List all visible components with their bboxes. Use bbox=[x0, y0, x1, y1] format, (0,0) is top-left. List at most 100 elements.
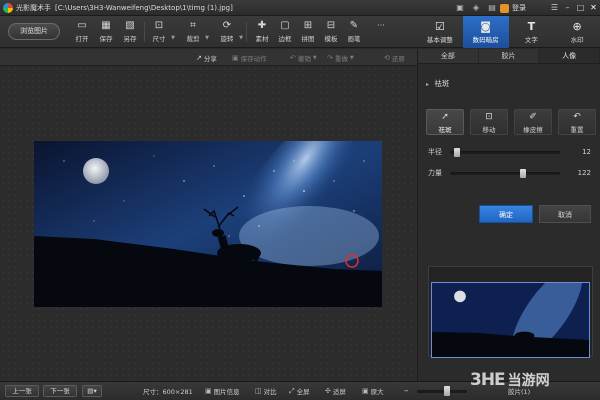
crop-icon: ⌗ bbox=[190, 20, 196, 31]
browse-images-button[interactable]: 浏览图片 bbox=[8, 23, 60, 40]
skin-icon[interactable]: ▣ bbox=[453, 2, 467, 14]
chevron-down-icon[interactable]: ▼ bbox=[313, 55, 317, 61]
brush-icon: ✎ bbox=[349, 20, 359, 31]
title-bar: 光影魔术手 [C:\Users\3H3-Wanweifeng\Desktop\1… bbox=[0, 0, 600, 16]
tab-watermark[interactable]: ⊕ 水印 bbox=[554, 16, 600, 48]
tab-portrait[interactable]: 人像 bbox=[539, 49, 600, 63]
navigator-thumbnail[interactable] bbox=[431, 282, 590, 358]
maximize-button[interactable]: □ bbox=[574, 2, 587, 14]
next-image-button[interactable]: 下一张 bbox=[43, 385, 77, 397]
chevron-down-icon[interactable]: ▼ bbox=[171, 35, 175, 41]
reset-label: 重置 bbox=[570, 126, 584, 134]
section-title[interactable]: ▸ 祛斑 bbox=[426, 78, 449, 89]
strength-slider-handle[interactable] bbox=[520, 168, 526, 178]
settings-icon[interactable]: ☰ bbox=[548, 2, 561, 14]
compare-button[interactable]: ◫ 对比 bbox=[255, 386, 277, 396]
save-button[interactable]: ▦ 保存 bbox=[95, 19, 117, 45]
save-action-icon: ▣ bbox=[232, 53, 239, 62]
chevron-down-icon[interactable]: ▼ bbox=[239, 35, 243, 41]
move-mode-button[interactable]: ⊡ 移动 bbox=[470, 109, 508, 135]
reset-button[interactable]: ↶ 重置 bbox=[558, 109, 596, 135]
reset-icon: ↶ bbox=[573, 112, 581, 122]
save-action-button[interactable]: ▣ 保存动作 bbox=[232, 52, 267, 63]
site-watermark: 3HE 当游网 bbox=[470, 364, 600, 396]
tab-digital-darkroom[interactable]: ◙ 数码暗房 bbox=[462, 16, 509, 48]
fit-screen-button[interactable]: ✣ 适屏 bbox=[325, 386, 346, 396]
template-label: 模板 bbox=[324, 35, 338, 43]
tab-text[interactable]: T 文字 bbox=[509, 16, 555, 48]
fullscreen-button[interactable]: ⤢ 全屏 bbox=[289, 386, 310, 397]
save-as-icon: ▧ bbox=[125, 20, 135, 31]
fullscreen-icon: ⤢ bbox=[289, 386, 295, 395]
night-sky-photo bbox=[34, 141, 382, 307]
spot-remove-mode-button[interactable]: ➚ 祛斑 bbox=[426, 109, 464, 135]
redo-icon: ↷ bbox=[327, 53, 333, 62]
original-size-button[interactable]: ▣ 原大 bbox=[362, 386, 384, 396]
tab-basic-adjust[interactable]: ☑ 基本调整 bbox=[417, 16, 463, 48]
right-panel: 全部 胶片 人像 ▸ 祛斑 ➚ 祛斑 ⊡ 移动 ✐ 橡皮擦 ↶ 重置 半径 12 bbox=[417, 49, 600, 381]
radius-slider[interactable] bbox=[450, 147, 560, 157]
watermark-icon: ⊕ bbox=[572, 20, 582, 33]
restore-button[interactable]: ⟲ 还原 bbox=[384, 52, 405, 63]
restore-icon: ⟲ bbox=[384, 53, 390, 62]
watermark-logo: 3HE bbox=[470, 370, 506, 390]
resize-button[interactable]: ⊡ 尺寸 ▼ bbox=[148, 19, 176, 45]
chevron-down-icon[interactable]: ▼ bbox=[350, 55, 354, 61]
cursor-icon: ➚ bbox=[441, 112, 449, 122]
image-info-button[interactable]: ▣ 图片信息 bbox=[205, 386, 240, 396]
chevron-down-icon[interactable]: ▼ bbox=[205, 35, 209, 41]
material-button[interactable]: ✚ 素材 bbox=[251, 19, 273, 45]
eraser-mode-button[interactable]: ✐ 橡皮擦 bbox=[514, 109, 552, 135]
right-tabs: ☑ 基本调整 ◙ 数码暗房 T 文字 ⊕ 水印 bbox=[417, 16, 600, 48]
share-label: 分享 bbox=[203, 54, 217, 63]
previous-image-button[interactable]: 上一张 bbox=[5, 385, 39, 397]
resize-icon: ⊡ bbox=[154, 20, 164, 31]
tab-film[interactable]: 胶片 bbox=[479, 49, 540, 63]
collage-button[interactable]: ⊞ 拼图 bbox=[297, 19, 319, 45]
close-button[interactable]: ✕ bbox=[587, 2, 600, 14]
confirm-button[interactable]: 确定 bbox=[479, 205, 533, 223]
compare-label: 对比 bbox=[263, 388, 277, 396]
move-icon: ⊡ bbox=[485, 112, 493, 122]
undo-button[interactable]: ↶ 撤销 ▼ bbox=[290, 52, 317, 63]
more-tools-button[interactable]: ··· bbox=[370, 19, 392, 45]
save-icon: ▦ bbox=[101, 20, 111, 31]
zoom-out-button[interactable]: – bbox=[404, 386, 409, 396]
user-icon bbox=[500, 3, 509, 13]
strength-slider[interactable] bbox=[450, 168, 560, 178]
collage-icon: ⊞ bbox=[303, 20, 313, 31]
redo-button[interactable]: ↷ 重做 ▼ bbox=[327, 52, 354, 63]
resize-label: 尺寸 bbox=[152, 35, 166, 43]
save-action-label: 保存动作 bbox=[240, 54, 267, 63]
zoom-slider[interactable] bbox=[417, 390, 467, 393]
cancel-button[interactable]: 取消 bbox=[539, 205, 591, 223]
menu-icon[interactable]: ▤▾ bbox=[82, 385, 102, 397]
radius-slider-handle[interactable] bbox=[454, 147, 460, 157]
feedback-icon[interactable]: ◈ bbox=[469, 2, 483, 14]
zoom-slider-handle[interactable] bbox=[444, 386, 450, 396]
share-button[interactable]: ↗ 分享 bbox=[196, 52, 217, 63]
crop-button[interactable]: ⌗ 裁剪 ▼ bbox=[182, 19, 210, 45]
fullscreen-label: 全屏 bbox=[296, 388, 310, 396]
save-label: 保存 bbox=[99, 35, 113, 43]
app-logo-icon bbox=[3, 2, 13, 13]
material-label: 素材 bbox=[255, 35, 269, 43]
message-icon[interactable]: ▤ bbox=[485, 2, 499, 14]
rotate-button[interactable]: ⟳ 旋转 ▼ bbox=[216, 19, 244, 45]
open-button[interactable]: ▭ 打开 bbox=[71, 19, 93, 45]
tab-all[interactable]: 全部 bbox=[418, 49, 479, 63]
photo-preview[interactable] bbox=[34, 141, 382, 307]
minimize-button[interactable]: – bbox=[561, 2, 574, 14]
save-as-button[interactable]: ▧ 另存 bbox=[119, 19, 141, 45]
brush-button[interactable]: ✎ 画笔 bbox=[343, 19, 365, 45]
mode-buttons: ➚ 祛斑 ⊡ 移动 ✐ 橡皮擦 ↶ 重置 bbox=[426, 109, 596, 135]
login-button[interactable]: 登录 bbox=[500, 3, 526, 13]
border-button[interactable]: ▢ 边框 bbox=[274, 19, 296, 45]
text-icon: T bbox=[527, 20, 536, 33]
fit-label: 适屏 bbox=[332, 388, 346, 396]
section-title-label: 祛斑 bbox=[434, 79, 450, 88]
navigator-panel bbox=[428, 266, 593, 358]
template-button[interactable]: ⊟ 模板 bbox=[320, 19, 342, 45]
rotate-icon: ⟳ bbox=[222, 20, 232, 31]
image-canvas[interactable] bbox=[0, 66, 417, 381]
